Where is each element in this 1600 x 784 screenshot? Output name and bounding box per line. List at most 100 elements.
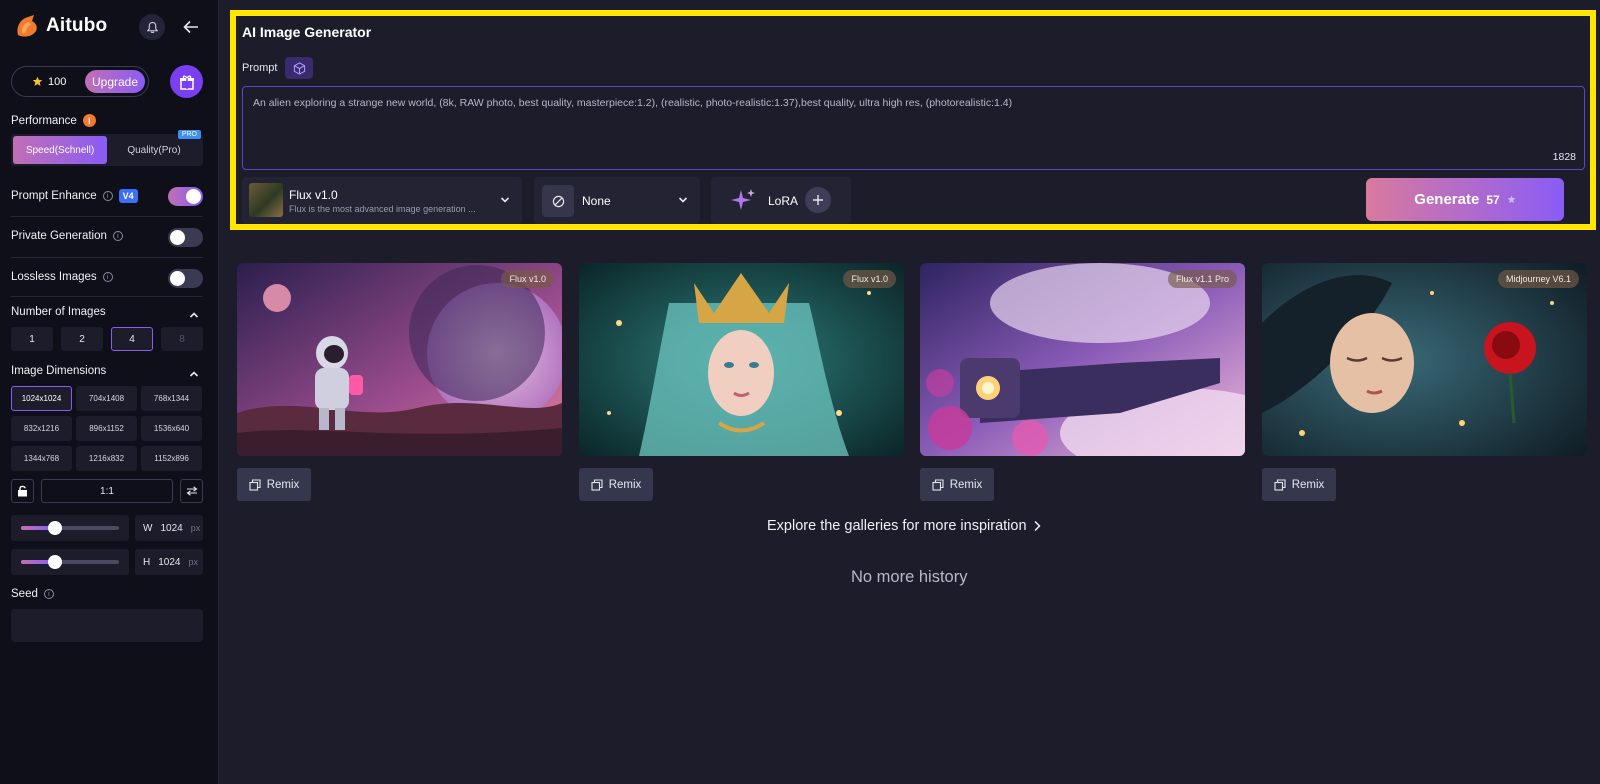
lora-label: LoRA (768, 194, 799, 208)
lossless-images-toggle[interactable] (168, 269, 203, 288)
info-icon[interactable]: i (43, 589, 54, 599)
app-name: Aitubo (46, 15, 108, 36)
dimension-option[interactable]: 896x1152 (76, 416, 137, 441)
lock-icon[interactable] (11, 479, 34, 503)
toggle-knob (170, 271, 185, 286)
dimension-option[interactable]: 832x1216 (11, 416, 72, 441)
model-selector[interactable]: Flux v1.0 Flux is the most advanced imag… (242, 177, 522, 224)
chevron-down-icon (678, 197, 688, 203)
chevron-up-icon[interactable] (189, 310, 199, 320)
dimension-option[interactable]: 1152x896 (141, 446, 202, 471)
upgrade-button[interactable]: Upgrade (85, 70, 145, 93)
divider (11, 216, 203, 217)
quality-option[interactable]: Quality(Pro) PRO (107, 130, 201, 164)
num-images-option-8[interactable]: 8 (161, 327, 203, 351)
remix-button[interactable]: Remix (920, 468, 994, 501)
star-icon (32, 76, 43, 86)
style-selector[interactable]: None (534, 177, 700, 224)
private-generation-text: Private Generation (11, 230, 107, 242)
sparkle-icon (731, 189, 755, 210)
sidebar: Aitubo 100 Upgrade Performance i Speed(S… (0, 0, 219, 784)
dimension-option[interactable]: 768x1344 (141, 386, 202, 411)
num-images-option-4[interactable]: 4 (111, 327, 153, 351)
add-lora-plus-icon[interactable] (805, 187, 831, 213)
remix-button[interactable]: Remix (1262, 468, 1336, 501)
performance-label-text: Performance (11, 114, 77, 127)
info-icon[interactable]: i (102, 191, 113, 201)
dimension-option[interactable]: 1216x832 (76, 446, 137, 471)
number-of-images-label: Number of Images (11, 306, 106, 318)
dimension-option[interactable]: 1024x1024 (11, 386, 72, 411)
height-prefix: H (143, 556, 151, 568)
divider (11, 257, 203, 258)
credits-value: 100 (48, 75, 67, 88)
no-more-history-text: No more history (851, 568, 968, 586)
cube-icon[interactable] (285, 57, 314, 79)
gallery-image-train[interactable]: Flux v1.1 Pro (920, 263, 1245, 456)
prompt-enhance-text: Prompt Enhance (11, 190, 97, 202)
performance-label: Performance i (11, 114, 96, 127)
aspect-ratio-row: 1:1 (11, 479, 203, 504)
remix-button[interactable]: Remix (579, 468, 653, 501)
height-slider[interactable] (11, 549, 129, 575)
info-icon[interactable]: i (82, 114, 96, 127)
dimension-option[interactable]: 1536x640 (141, 416, 202, 441)
collapse-arrow-icon[interactable] (178, 14, 204, 40)
version-badge: V4 (118, 189, 138, 203)
height-slider-knob[interactable] (48, 555, 63, 569)
explore-label: Explore the galleries for more inspirati… (767, 518, 1027, 534)
gallery-image-astronaut[interactable]: Flux v1.0 (237, 263, 562, 456)
prompt-textarea[interactable]: An alien exploring a strange new world, … (242, 86, 1585, 170)
toggle-knob (170, 230, 185, 245)
private-generation-toggle[interactable] (168, 228, 203, 247)
width-slider-knob[interactable] (48, 521, 63, 535)
swap-icon[interactable] (180, 479, 203, 503)
explore-galleries-link[interactable]: Explore the galleries for more inspirati… (767, 518, 1041, 534)
remix-label: Remix (266, 478, 300, 491)
style-name: None (582, 194, 611, 208)
dimension-option[interactable]: 704x1408 (76, 386, 137, 411)
dimension-options: 1024x1024 704x1408 768x1344 832x1216 896… (11, 386, 203, 471)
generate-button[interactable]: Generate 57 (1366, 178, 1564, 221)
num-images-option-1[interactable]: 1 (11, 327, 53, 351)
star-icon (1507, 195, 1516, 204)
prompt-text: An alien exploring a strange new world, … (253, 97, 1013, 109)
slider-bar (21, 555, 119, 569)
generate-cost: 57 (1486, 192, 1500, 207)
char-count: 1828 (1552, 151, 1576, 163)
seed-label-text: Seed (11, 588, 38, 600)
chevron-up-icon[interactable] (189, 369, 199, 379)
gift-icon[interactable] (170, 65, 203, 98)
copy-icon (249, 478, 261, 491)
info-icon[interactable]: i (102, 272, 113, 282)
seed-input[interactable] (11, 609, 203, 642)
dimension-option[interactable]: 1344x768 (11, 446, 72, 471)
width-slider[interactable] (11, 515, 129, 541)
train-image (920, 263, 1245, 456)
speed-option[interactable]: Speed(Schnell) (13, 136, 107, 164)
remix-label: Remix (608, 478, 642, 491)
model-tag: Flux v1.0 (843, 270, 896, 288)
info-icon[interactable]: i (112, 231, 123, 241)
gallery-image-woman[interactable]: Midjourney V6.1 (1262, 263, 1587, 456)
prompt-enhance-toggle[interactable] (168, 187, 203, 206)
generate-label: Generate (1414, 191, 1480, 208)
performance-selector: Speed(Schnell) Quality(Pro) PRO (11, 130, 203, 166)
prompt-enhance-label: Prompt Enhance i V4 (11, 189, 138, 203)
notification-bell-icon[interactable] (139, 14, 165, 40)
remix-label: Remix (1291, 478, 1325, 491)
logo-icon (14, 13, 40, 39)
num-images-option-2[interactable]: 2 (61, 327, 103, 351)
height-value: 1024 (158, 556, 181, 568)
width-input[interactable]: W 1024 px (135, 515, 203, 541)
copy-icon (932, 478, 944, 491)
chevron-right-icon (1033, 520, 1041, 532)
gallery-image-goddess[interactable]: Flux v1.0 (579, 263, 904, 456)
model-name: Flux v1.0 (289, 188, 338, 202)
remix-button[interactable]: Remix (237, 468, 311, 501)
remix-label: Remix (949, 478, 983, 491)
width-unit: px (190, 523, 201, 533)
height-input[interactable]: H 1024 px (135, 549, 203, 575)
aspect-ratio-input[interactable]: 1:1 (41, 479, 173, 503)
lora-selector[interactable]: LoRA (711, 177, 851, 224)
